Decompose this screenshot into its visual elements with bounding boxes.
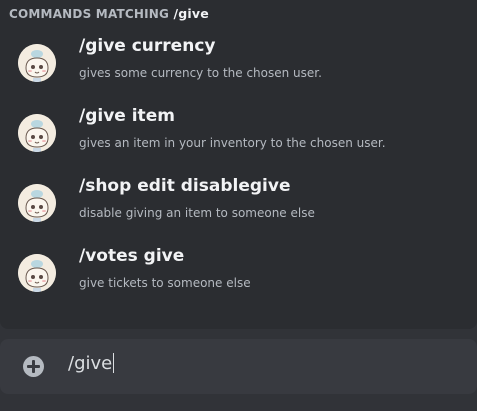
message-input[interactable]: /give <box>68 353 115 374</box>
command-name: /give currency <box>79 36 216 56</box>
command-option[interactable]: /votes give give tickets to someone else <box>8 239 469 303</box>
command-name: /give item <box>79 106 175 126</box>
command-description: disable giving an item to someone else <box>79 206 315 220</box>
bot-avatar-icon <box>18 184 56 222</box>
message-input-value: /give <box>68 353 113 374</box>
command-option[interactable]: /give currency gives some currency to th… <box>8 29 469 93</box>
plus-circle-icon[interactable] <box>23 356 44 377</box>
command-description: gives an item in your inventory to the c… <box>79 136 386 150</box>
command-name: /votes give <box>79 246 185 266</box>
command-option[interactable]: /give item gives an item in your invento… <box>8 99 469 163</box>
command-description: give tickets to someone else <box>79 276 251 290</box>
bot-avatar-icon <box>18 44 56 82</box>
bot-avatar-icon <box>18 114 56 152</box>
command-autocomplete-popup: COMMANDS MATCHING /give /give currency g… <box>0 0 477 329</box>
command-option[interactable]: /shop edit disablegive disable giving an… <box>8 169 469 233</box>
command-description: gives some currency to the chosen user. <box>79 66 322 80</box>
autocomplete-header: COMMANDS MATCHING /give <box>9 6 209 21</box>
bot-avatar-icon <box>18 254 56 292</box>
header-query: /give <box>173 6 209 21</box>
header-prefix: COMMANDS MATCHING <box>9 7 170 21</box>
message-composer: /give <box>0 339 477 394</box>
text-caret <box>113 353 115 373</box>
command-name: /shop edit disablegive <box>79 176 291 196</box>
